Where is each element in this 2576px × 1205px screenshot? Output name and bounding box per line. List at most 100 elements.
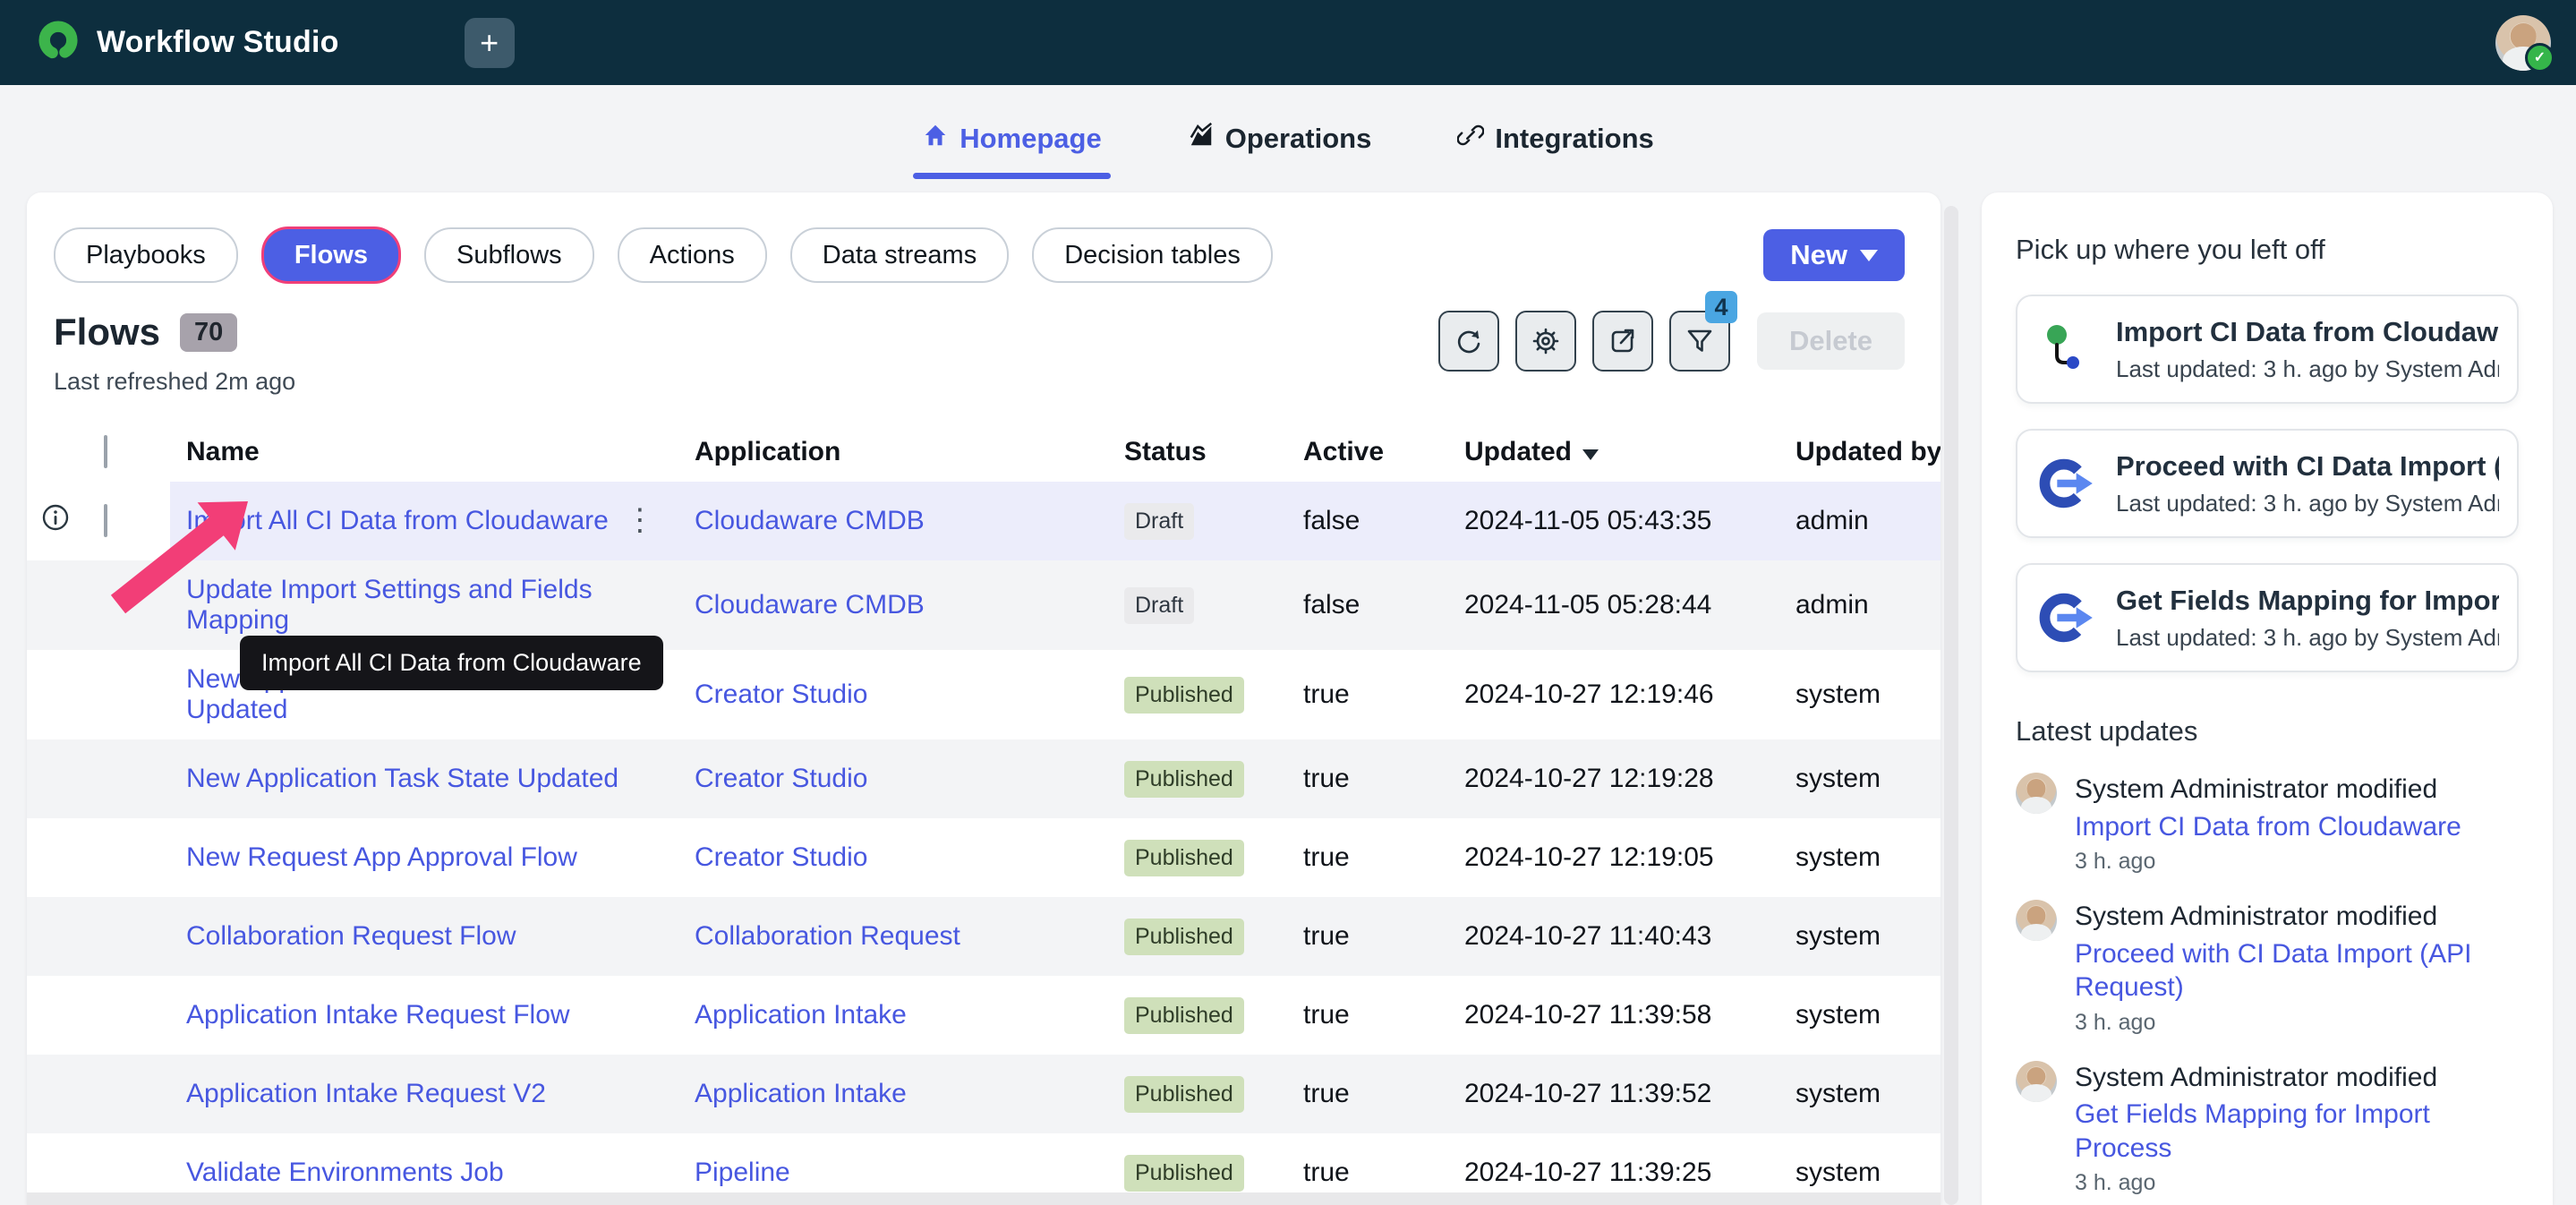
tab-label: Homepage bbox=[960, 123, 1101, 155]
active-value: true bbox=[1289, 665, 1450, 724]
update-item: System Administrator modifiedProceed wit… bbox=[2016, 900, 2519, 1036]
user-avatar[interactable]: ✓ bbox=[2495, 15, 2551, 71]
pill-subflows[interactable]: Subflows bbox=[424, 227, 594, 283]
active-value: true bbox=[1289, 1064, 1450, 1124]
pickup-card[interactable]: Proceed with CI Data Import (...Last upd… bbox=[2016, 429, 2519, 538]
update-time: 3 h. ago bbox=[2075, 1170, 2519, 1196]
column-header-application[interactable]: Application bbox=[680, 423, 1110, 482]
active-value: false bbox=[1289, 576, 1450, 635]
status-badge: Draft bbox=[1124, 587, 1194, 624]
status-badge: Published bbox=[1124, 1155, 1244, 1192]
new-button[interactable]: New bbox=[1763, 229, 1905, 281]
column-header-active[interactable]: Active bbox=[1289, 423, 1450, 482]
main-tabs: Homepage Operations Integrations bbox=[0, 85, 2576, 192]
row-checkbox[interactable] bbox=[104, 504, 107, 537]
update-actor-text: System Administrator modified bbox=[2075, 900, 2519, 934]
exit-arrow-icon bbox=[2017, 589, 2116, 646]
refresh-button[interactable] bbox=[1438, 311, 1499, 372]
flow-name-link[interactable]: Update Import Settings and Fields Mappin… bbox=[186, 575, 666, 636]
pickup-card[interactable]: Import CI Data from Cloudaw...Last updat… bbox=[2016, 295, 2519, 404]
pill-decision-tables[interactable]: Decision tables bbox=[1032, 227, 1273, 283]
export-button[interactable] bbox=[1592, 311, 1653, 372]
updated-value: 2024-11-05 05:28:44 bbox=[1450, 576, 1781, 635]
last-refreshed-text: Last refreshed 2m ago bbox=[54, 368, 295, 396]
refresh-icon bbox=[1454, 326, 1484, 356]
sidebar-panel: Pick up where you left off Import CI Dat… bbox=[1982, 192, 2553, 1205]
pill-data-streams[interactable]: Data streams bbox=[790, 227, 1009, 283]
table-row: Import All CI Data from Cloudaware ⋮ Cloud… bbox=[27, 482, 1941, 560]
column-header-name[interactable]: Name bbox=[152, 423, 680, 482]
info-icon[interactable] bbox=[41, 508, 70, 538]
pill-actions[interactable]: Actions bbox=[618, 227, 767, 283]
update-flow-link[interactable]: Proceed with CI Data Import (API Request… bbox=[2075, 937, 2519, 1004]
updated-by-value: system bbox=[1781, 749, 1941, 808]
updated-value: 2024-10-27 12:19:46 bbox=[1450, 665, 1781, 724]
application-link[interactable]: Application Intake bbox=[695, 1079, 907, 1108]
column-header-status[interactable]: Status bbox=[1110, 423, 1289, 482]
status-badge: Published bbox=[1124, 677, 1244, 714]
tab-integrations[interactable]: Integrations bbox=[1454, 113, 1657, 165]
pill-playbooks[interactable]: Playbooks bbox=[54, 227, 238, 283]
application-link[interactable]: Collaboration Request bbox=[695, 921, 960, 951]
table-row: Application Intake Request Flow Applicati… bbox=[27, 976, 1941, 1055]
filter-count-badge: 4 bbox=[1705, 291, 1737, 323]
table-row: New Request App Approval Flow Creator Stu… bbox=[27, 818, 1941, 897]
application-link[interactable]: Creator Studio bbox=[695, 842, 867, 872]
updated-by-value: system bbox=[1781, 1143, 1941, 1202]
application-link[interactable]: Pipeline bbox=[695, 1158, 790, 1187]
entity-type-pills: Playbooks Flows Subflows Actions Data stream… bbox=[27, 192, 1941, 284]
tab-homepage[interactable]: Homepage bbox=[918, 113, 1105, 165]
settings-button[interactable] bbox=[1515, 311, 1576, 372]
top-navbar: Workflow Studio + ✓ bbox=[0, 0, 2576, 85]
update-actor-text: System Administrator modified bbox=[2075, 1061, 2519, 1095]
updated-by-value: system bbox=[1781, 1064, 1941, 1124]
column-header-updated-by[interactable]: Updated by bbox=[1781, 423, 1941, 482]
kebab-menu-icon[interactable]: ⋮ bbox=[625, 508, 655, 533]
table-row: New Application Task State Updated Creato… bbox=[27, 739, 1941, 818]
application-link[interactable]: Creator Studio bbox=[695, 679, 867, 709]
tab-label: Integrations bbox=[1495, 123, 1653, 155]
pill-flows[interactable]: Flows bbox=[261, 226, 401, 284]
pickup-card-subtitle: Last updated: 3 h. ago by System Adminis… bbox=[2116, 355, 2499, 383]
flow-name-link[interactable]: Validate Environments Job bbox=[186, 1158, 504, 1188]
update-flow-link[interactable]: Import CI Data from Cloudaware bbox=[2075, 810, 2519, 844]
column-header-updated[interactable]: Updated bbox=[1450, 423, 1781, 482]
active-value: true bbox=[1289, 907, 1450, 966]
status-badge: Published bbox=[1124, 919, 1244, 955]
updated-by-value: system bbox=[1781, 907, 1941, 966]
application-link[interactable]: Cloudaware CMDB bbox=[695, 590, 925, 620]
vertical-scrollbar[interactable] bbox=[1944, 206, 1958, 1205]
flow-name-link[interactable]: Application Intake Request V2 bbox=[186, 1079, 546, 1109]
select-all-checkbox[interactable] bbox=[104, 435, 107, 468]
flow-name-link[interactable]: Application Intake Request Flow bbox=[186, 1000, 570, 1030]
flow-name-link[interactable]: New Application Task State Updated bbox=[186, 764, 618, 794]
updated-value: 2024-10-27 12:19:28 bbox=[1450, 749, 1781, 808]
status-badge: Published bbox=[1124, 1076, 1244, 1113]
update-item: System Administrator modifiedGet Fields … bbox=[2016, 1061, 2519, 1197]
updated-by-value: admin bbox=[1781, 491, 1941, 551]
delete-button[interactable]: Delete bbox=[1757, 312, 1905, 370]
application-link[interactable]: Creator Studio bbox=[695, 764, 867, 793]
updated-value: 2024-10-27 11:40:43 bbox=[1450, 907, 1781, 966]
flow-name-link[interactable]: Collaboration Request Flow bbox=[186, 921, 516, 952]
sort-desc-icon bbox=[1582, 449, 1599, 460]
pickup-card-list: Import CI Data from Cloudaw...Last updat… bbox=[2016, 295, 2519, 672]
new-button-label: New bbox=[1790, 239, 1847, 271]
tab-operations[interactable]: Operations bbox=[1184, 113, 1376, 165]
flow-name-link[interactable]: Import All CI Data from Cloudaware bbox=[186, 506, 609, 536]
flows-panel: Playbooks Flows Subflows Actions Data stream… bbox=[27, 192, 1941, 1205]
avatar bbox=[2016, 773, 2057, 814]
filter-button[interactable]: 4 bbox=[1669, 311, 1730, 372]
update-actor-text: System Administrator modified bbox=[2075, 773, 2519, 807]
update-flow-link[interactable]: Get Fields Mapping for Import Process bbox=[2075, 1098, 2519, 1165]
application-link[interactable]: Application Intake bbox=[695, 1000, 907, 1030]
avatar bbox=[2016, 900, 2057, 941]
latest-updates-heading: Latest updates bbox=[2016, 715, 2519, 748]
updated-by-value: system bbox=[1781, 828, 1941, 887]
application-link[interactable]: Cloudaware CMDB bbox=[695, 506, 925, 535]
new-workspace-button[interactable]: + bbox=[465, 18, 515, 68]
flow-name-link[interactable]: New Request App Approval Flow bbox=[186, 842, 577, 873]
pickup-card-title: Get Fields Mapping for Import... bbox=[2116, 585, 2499, 617]
updated-by-value: system bbox=[1781, 986, 1941, 1045]
pickup-card[interactable]: Get Fields Mapping for Import...Last upd… bbox=[2016, 563, 2519, 672]
